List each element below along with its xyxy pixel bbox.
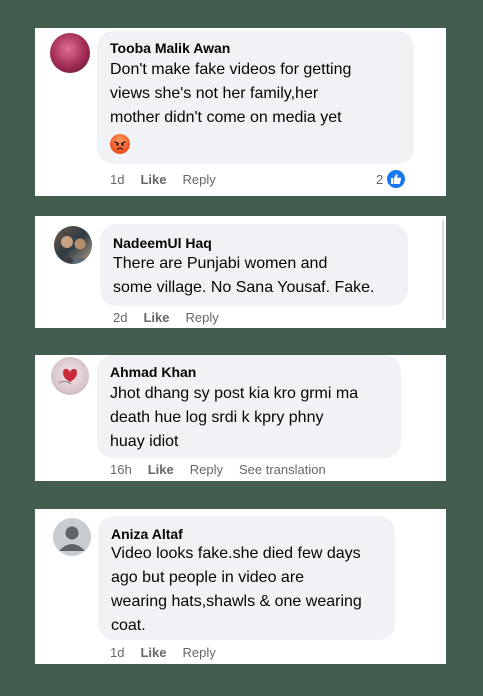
comment-bubble: Tooba Malik Awan Don't make fake videos … [97, 31, 414, 164]
scrollbar[interactable] [442, 220, 444, 320]
comment-card-4: Aniza Altaf Video looks fake.she died fe… [35, 509, 446, 664]
avatar[interactable] [50, 33, 90, 73]
comment-card-2: NadeemUl Haq There are Punjabi women and… [35, 216, 446, 328]
comment-time[interactable]: 2d [113, 310, 127, 326]
comment-card-3: Ahmad Khan Jhot dhang sy post kia kro gr… [35, 355, 446, 481]
avatar[interactable] [51, 357, 89, 395]
angry-emoji-icon [110, 134, 130, 154]
comment-text: Don't make fake videos for getting views… [110, 61, 352, 126]
comment-bubble: NadeemUl Haq There are Punjabi women and… [100, 224, 408, 306]
reaction-summary[interactable]: 2 [376, 168, 408, 190]
reply-button[interactable]: Reply [182, 645, 215, 661]
comment-card-1: Tooba Malik Awan Don't make fake videos … [35, 28, 446, 196]
comment-author[interactable]: Tooba Malik Awan [110, 40, 402, 57]
comment-author[interactable]: Aniza Altaf [111, 526, 383, 543]
comment-text: There are Punjabi women and some village… [113, 255, 375, 296]
like-button[interactable]: Like [140, 645, 166, 661]
like-button[interactable]: Like [140, 172, 166, 188]
comment-author[interactable]: NadeemUl Haq [113, 235, 396, 252]
see-translation-link[interactable]: See translation [239, 462, 326, 478]
reply-button[interactable]: Reply [185, 310, 218, 326]
comment-bubble: Aniza Altaf Video looks fake.she died fe… [98, 516, 395, 640]
comment-actions: 1d Like Reply [110, 645, 232, 661]
comment-actions: 2d Like Reply [113, 310, 235, 326]
comment-actions: 1d Like Reply [110, 172, 232, 188]
comment-actions: 16h Like Reply See translation [110, 462, 342, 478]
comment-author[interactable]: Ahmad Khan [110, 364, 389, 381]
comment-bubble: Ahmad Khan Jhot dhang sy post kia kro gr… [97, 355, 401, 458]
reply-button[interactable]: Reply [182, 172, 215, 188]
like-button[interactable]: Like [143, 310, 169, 326]
avatar[interactable] [53, 518, 91, 556]
comment-text: Jhot dhang sy post kia kro grmi ma death… [110, 385, 359, 450]
comment-time[interactable]: 1d [110, 645, 124, 661]
reaction-count: 2 [376, 171, 384, 187]
avatar[interactable] [54, 226, 92, 264]
like-button[interactable]: Like [148, 462, 174, 478]
like-reaction-icon [385, 168, 408, 190]
comment-time[interactable]: 16h [110, 462, 132, 478]
comment-text: Video looks fake.she died few days ago b… [111, 545, 362, 634]
comment-time[interactable]: 1d [110, 172, 124, 188]
reply-button[interactable]: Reply [190, 462, 223, 478]
